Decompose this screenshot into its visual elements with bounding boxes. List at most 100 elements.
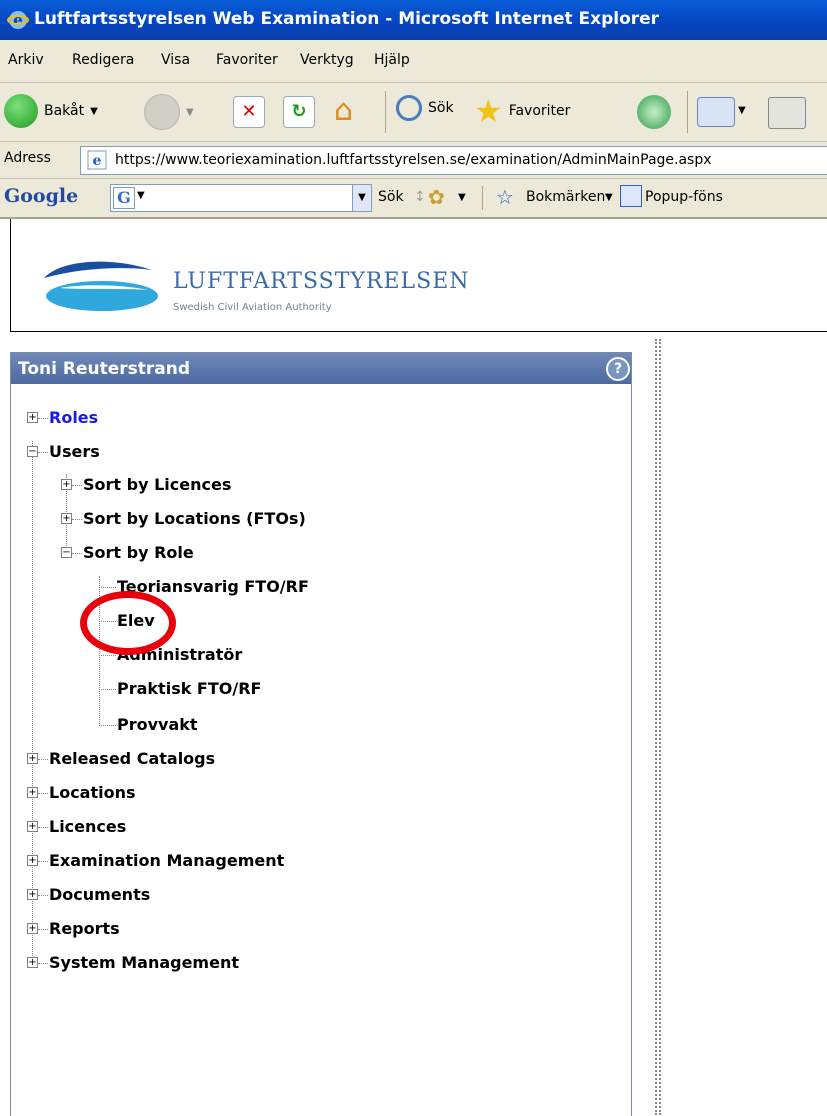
stop-icon[interactable]: ✕	[233, 96, 265, 128]
tree-connector	[38, 418, 48, 419]
tree-connector	[38, 759, 48, 760]
google-search-button[interactable]: Sök	[378, 189, 404, 205]
bookmark-star-icon[interactable]: ☆	[496, 185, 514, 209]
frame-splitter[interactable]	[655, 339, 661, 1115]
google-puzzle-dropdown-icon[interactable]: ▼	[458, 192, 466, 203]
expand-icon[interactable]: +	[61, 513, 72, 524]
back-label: Bakåt	[44, 103, 85, 119]
popup-blocker-icon[interactable]	[620, 185, 642, 207]
window-titlebar: e Luftfartsstyrelsen Web Examination - M…	[0, 0, 827, 40]
tree-connector	[99, 689, 116, 690]
tree-label-documents[interactable]: Documents	[49, 884, 150, 906]
expand-icon[interactable]: +	[27, 412, 38, 423]
expand-icon[interactable]: +	[27, 923, 38, 934]
tree-label-praktisk[interactable]: Praktisk FTO/RF	[117, 678, 261, 700]
search-label: Sök	[428, 100, 454, 116]
expand-icon[interactable]: +	[27, 753, 38, 764]
back-button[interactable]: Bakåt ▼	[4, 94, 98, 128]
toolbar: Bakåt ▼ ▼ ✕ ↻ ⌂ Sök ★ Favoriter ▼	[0, 83, 827, 142]
tree-label-sort-by-role[interactable]: Sort by Role	[83, 542, 194, 564]
panel-user-name: Toni Reuterstrand	[18, 359, 191, 379]
search-button[interactable]: Sök	[396, 95, 454, 121]
google-arrows-icon: ↕	[414, 189, 426, 205]
google-puzzle-icon[interactable]: ✿	[428, 185, 445, 209]
menu-item-hjalp[interactable]: Hjälp	[374, 52, 410, 68]
tree-connector	[99, 655, 116, 656]
expand-icon[interactable]: +	[27, 821, 38, 832]
google-search-input[interactable]: G ▼ ▼	[110, 184, 372, 212]
menu-item-verktyg[interactable]: Verktyg	[300, 52, 354, 68]
tree-label-roles[interactable]: Roles	[49, 407, 98, 429]
tree-label-licences[interactable]: Licences	[49, 816, 126, 838]
tree-label-sort-by-locations[interactable]: Sort by Locations (FTOs)	[83, 508, 306, 530]
page-content: LUFTFARTSSTYRELSEN Swedish Civil Aviatio…	[0, 219, 827, 1116]
google-popup-button[interactable]: Popup-föns	[645, 189, 723, 205]
tree-connector	[38, 861, 48, 862]
tree-label-system-management[interactable]: System Management	[49, 952, 239, 974]
print-icon[interactable]	[768, 97, 806, 129]
tree-connector	[38, 895, 48, 896]
tree-label-reports[interactable]: Reports	[49, 918, 120, 940]
google-g-dropdown-icon[interactable]: ▼	[137, 190, 145, 201]
bookmarks-dropdown-icon[interactable]: ▼	[605, 192, 613, 203]
internet-explorer-icon: e	[7, 11, 29, 29]
search-magnifier-icon	[396, 95, 422, 121]
forward-arrow-icon	[144, 94, 180, 130]
luftfartsstyrelsen-logo-icon	[44, 261, 158, 311]
tree-connector	[38, 452, 48, 453]
google-search-dropdown[interactable]: ▼	[352, 185, 371, 211]
google-bookmarks-button[interactable]: Bokmärken	[526, 189, 605, 205]
tree-connector	[38, 963, 48, 964]
mail-icon[interactable]	[697, 97, 735, 127]
tree-label-examination-management[interactable]: Examination Management	[49, 850, 284, 872]
menu-item-visa[interactable]: Visa	[161, 52, 190, 68]
highlight-circle-annotation	[80, 591, 176, 655]
tree-label-provvakt[interactable]: Provvakt	[117, 714, 198, 736]
toolbar-separator	[385, 91, 386, 133]
panel-header: Toni Reuterstrand ?	[11, 353, 631, 384]
header-divider	[10, 331, 827, 332]
navigation-panel: Toni Reuterstrand ?	[10, 352, 632, 1116]
favorites-button[interactable]: ★ Favoriter	[474, 92, 570, 130]
menu-item-arkiv[interactable]: Arkiv	[8, 52, 44, 68]
brand-name: LUFTFARTSSTYRELSEN	[173, 269, 470, 294]
menu-item-favoriter[interactable]: Favoriter	[216, 52, 278, 68]
google-g-icon[interactable]: G	[113, 187, 135, 209]
tree-connector	[32, 441, 33, 956]
mail-dropdown-icon[interactable]: ▼	[738, 105, 746, 116]
toolbar-separator	[687, 91, 688, 133]
collapse-icon[interactable]: −	[27, 446, 38, 457]
help-icon[interactable]: ?	[606, 357, 630, 381]
refresh-icon[interactable]: ↻	[283, 96, 315, 128]
tree-label-users[interactable]: Users	[49, 441, 100, 463]
back-dropdown-icon[interactable]: ▼	[90, 106, 98, 117]
home-icon[interactable]: ⌂	[334, 93, 353, 128]
menu-bar: Arkiv Redigera Visa Favoriter Verktyg Hj…	[0, 40, 827, 83]
favorites-label: Favoriter	[508, 103, 571, 119]
expand-icon[interactable]: +	[61, 479, 72, 490]
tree-connector	[38, 929, 48, 930]
svg-text:e: e	[13, 11, 23, 29]
menu-item-redigera[interactable]: Redigera	[72, 52, 134, 68]
forward-button[interactable]: ▼	[144, 94, 194, 130]
expand-icon[interactable]: +	[27, 855, 38, 866]
forward-dropdown-icon[interactable]: ▼	[186, 107, 194, 118]
page-icon: e	[87, 150, 107, 170]
tree-label-locations[interactable]: Locations	[49, 782, 136, 804]
google-separator	[482, 186, 483, 210]
expand-icon[interactable]: +	[27, 889, 38, 900]
google-toolbar: Google G ▼ ▼ Sök ↕ ✿ ▼ ☆ Bokmärken ▼ Pop…	[0, 179, 827, 219]
tree-connector	[72, 519, 82, 520]
collapse-icon[interactable]: −	[61, 547, 72, 558]
history-icon[interactable]	[637, 95, 671, 129]
address-bar: Adress e https://www.teoriexamination.lu…	[0, 142, 827, 179]
tree-label-released-catalogs[interactable]: Released Catalogs	[49, 748, 215, 770]
address-field[interactable]: e https://www.teoriexamination.luftfarts…	[80, 146, 827, 175]
expand-icon[interactable]: +	[27, 787, 38, 798]
frame-border	[10, 219, 11, 331]
expand-icon[interactable]: +	[27, 957, 38, 968]
tree-connector	[99, 587, 116, 588]
tree-connector	[72, 485, 82, 486]
tree-label-sort-by-licences[interactable]: Sort by Licences	[83, 474, 231, 496]
favorites-star-icon: ★	[474, 92, 503, 130]
